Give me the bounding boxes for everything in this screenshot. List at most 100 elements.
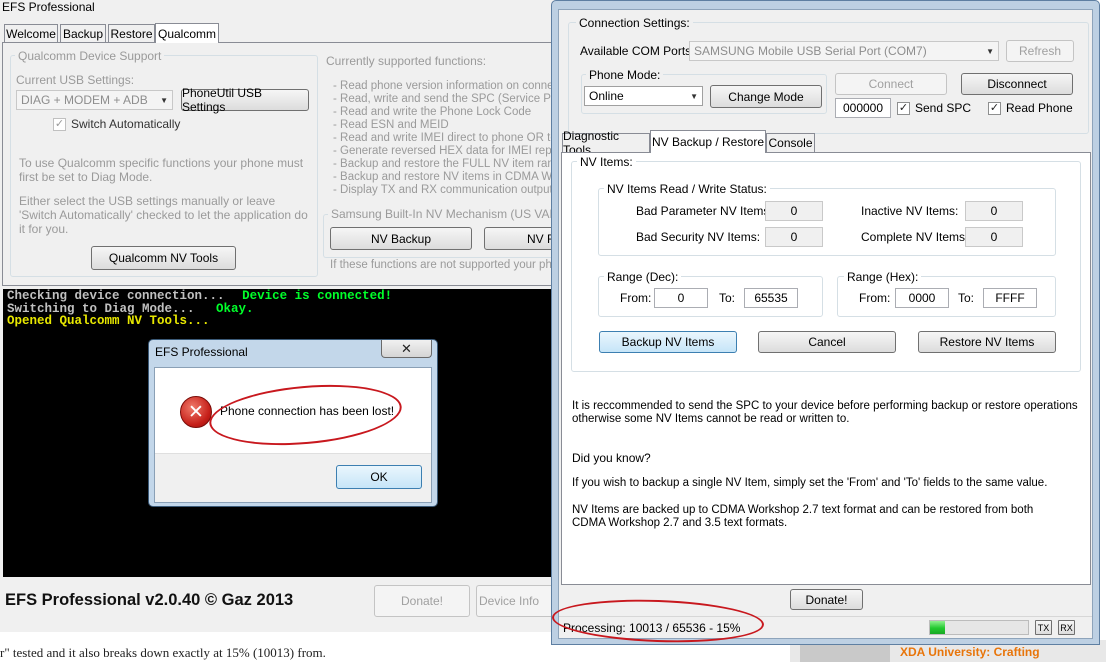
left-donate-button[interactable]: Donate! xyxy=(374,585,470,617)
function-item: - Backup and restore the FULL NV item ra… xyxy=(333,158,553,170)
bad-security-label: Bad Security NV Items: xyxy=(636,230,761,244)
range-hex-label: Range (Hex): xyxy=(844,270,922,284)
rx-indicator: RX xyxy=(1058,620,1075,635)
close-icon: ✕ xyxy=(401,340,412,356)
phone-mode-combo[interactable]: Online ▼ xyxy=(584,86,703,106)
function-item: - Generate reversed HEX data for IMEI re… xyxy=(333,145,553,157)
chevron-down-icon: ▼ xyxy=(160,95,168,105)
phoneutil-usb-settings-button[interactable]: PhoneUtil USB Settings xyxy=(181,86,309,114)
inactive-label: Inactive NV Items: xyxy=(861,204,959,218)
restore-nv-items-button[interactable]: Restore NV Items xyxy=(918,331,1056,353)
dialog-message: Phone connection has been lost! xyxy=(220,404,395,418)
chevron-down-icon: ▼ xyxy=(690,91,698,101)
function-item: - Read, write and send the SPC (Service … xyxy=(333,93,553,105)
samsung-nv-label: Samsung Built-In NV Mechanism (US VARIAN xyxy=(328,207,582,221)
inactive-value: 0 xyxy=(965,201,1023,221)
read-phone-checkbox[interactable]: ✓ Read Phone xyxy=(988,101,1073,115)
nv-donate-button[interactable]: Donate! xyxy=(790,589,863,610)
com-ports-label: Available COM Ports: xyxy=(580,44,695,58)
hex-from-label: From: xyxy=(859,291,891,305)
tab-console[interactable]: Console xyxy=(766,133,815,152)
nv-backup-button[interactable]: NV Backup xyxy=(330,227,472,250)
function-item: - Display TX and RX communication output… xyxy=(333,184,553,196)
complete-label: Complete NV Items: xyxy=(861,230,969,244)
dialog-close-button[interactable]: ✕ xyxy=(381,340,432,358)
tab-welcome[interactable]: Welcome xyxy=(4,24,58,42)
qualcomm-support-label: Qualcomm Device Support xyxy=(15,49,165,63)
nv-tools-window: Connection Settings: Available COM Ports… xyxy=(551,0,1100,645)
dec-to-input[interactable]: 65535 xyxy=(744,288,798,308)
dialog-body: ✕ Phone connection has been lost! OK xyxy=(154,367,432,503)
tip-format: NV Items are backed up to CDMA Workshop … xyxy=(572,504,1034,529)
nv-items-label: NV Items: xyxy=(577,155,636,169)
current-usb-label: Current USB Settings: xyxy=(16,73,135,87)
efs-brand-label: EFS Professional v2.0.40 © Gaz 2013 xyxy=(5,591,294,609)
spc-recommendation: It is reccommended to send the SPC to yo… xyxy=(572,400,1078,425)
change-mode-button[interactable]: Change Mode xyxy=(710,85,822,108)
dialog-title: EFS Professional xyxy=(155,345,248,359)
progress-bar xyxy=(929,620,1029,635)
com-port-combo[interactable]: SAMSUNG Mobile USB Serial Port (COM7) ▼ xyxy=(689,41,999,61)
tab-diagnostic-tools[interactable]: Diagnostic Tools xyxy=(562,129,650,157)
main-window-title: EFS Professional xyxy=(2,0,95,14)
backup-nv-items-button[interactable]: Backup NV Items xyxy=(599,331,737,353)
function-item: - Read ESN and MEID xyxy=(333,119,449,131)
disconnect-button[interactable]: Disconnect xyxy=(961,73,1073,95)
tab-restore[interactable]: Restore xyxy=(108,24,155,42)
nv-status-label: NV Items Read / Write Status: xyxy=(604,182,770,196)
tab-nv-backup-restore[interactable]: NV Backup / Restore xyxy=(650,130,766,153)
cancel-button[interactable]: Cancel xyxy=(758,331,896,353)
checkmark-icon: ✓ xyxy=(988,101,1001,115)
chevron-down-icon: ▼ xyxy=(986,46,994,56)
usb-settings-combo[interactable]: DIAG + MODEM + ADB ▼ xyxy=(16,90,173,110)
checkmark-icon: ✓ xyxy=(53,117,66,131)
xda-university-link[interactable]: XDA University: Crafting xyxy=(900,645,1040,659)
bad-parameter-value: 0 xyxy=(765,201,823,221)
qualcomm-nv-tools-button[interactable]: Qualcomm NV Tools xyxy=(91,246,236,270)
tip-single-item: If you wish to backup a single NV Item, … xyxy=(572,477,1048,489)
background-bottom-text: r" tested and it also breaks down exactl… xyxy=(0,645,326,660)
bad-parameter-label: Bad Parameter NV Items: xyxy=(636,204,773,218)
nv-tools-client: Connection Settings: Available COM Ports… xyxy=(558,9,1093,639)
refresh-button[interactable]: Refresh xyxy=(1006,40,1074,62)
error-icon: ✕ xyxy=(180,396,212,428)
hex-from-input[interactable]: 0000 xyxy=(895,288,949,308)
send-spc-label: Send SPC xyxy=(915,101,972,115)
tab-backup[interactable]: Backup xyxy=(60,24,106,42)
samsung-nv-note: If these functions are not supported you… xyxy=(330,259,572,271)
function-item: - Read and write the Phone Lock Code xyxy=(333,106,532,118)
function-item: - Backup and restore NV items in CDMA Wo… xyxy=(333,171,553,183)
switch-automatically-checkbox[interactable]: ✓ Switch Automatically xyxy=(53,117,180,131)
phone-mode-label: Phone Mode: xyxy=(586,68,664,82)
tab-qualcomm[interactable]: Qualcomm xyxy=(155,23,219,43)
switch-automatically-label: Switch Automatically xyxy=(71,117,181,131)
range-dec-label: Range (Dec): xyxy=(604,270,682,284)
did-you-know-heading: Did you know? xyxy=(572,451,651,465)
hex-to-input[interactable]: FFFF xyxy=(983,288,1037,308)
switch-info: Either select the USB settings manually … xyxy=(19,194,308,236)
com-port-value: SAMSUNG Mobile USB Serial Port (COM7) xyxy=(694,44,927,58)
read-phone-label: Read Phone xyxy=(1006,101,1073,115)
connect-button[interactable]: Connect xyxy=(835,73,947,95)
dec-to-label: To: xyxy=(719,291,736,305)
phone-mode-value: Online xyxy=(589,89,624,103)
error-dialog: EFS Professional ✕ ✕ Phone connection ha… xyxy=(148,339,438,507)
supported-functions-list: - Read phone version information on conn… xyxy=(333,80,553,197)
send-spc-checkbox[interactable]: ✓ Send SPC xyxy=(897,101,971,115)
diag-mode-info: To use Qualcomm specific functions your … xyxy=(19,156,304,184)
hex-to-label: To: xyxy=(958,291,975,305)
efs-main-window: EFS Professional Welcome Backup Restore … xyxy=(0,0,582,632)
main-tab-strip: Welcome Backup Restore Qualcomm xyxy=(0,23,556,43)
connection-settings-label: Connection Settings: xyxy=(576,16,693,30)
complete-value: 0 xyxy=(965,227,1023,247)
function-item: - Read and write IMEI direct to phone OR… xyxy=(333,132,553,144)
dialog-ok-button[interactable]: OK xyxy=(336,465,422,489)
dec-from-input[interactable]: 0 xyxy=(654,288,708,308)
dec-from-label: From: xyxy=(620,291,652,305)
supported-functions-header: Currently supported functions: xyxy=(326,54,487,68)
checkmark-icon: ✓ xyxy=(897,101,910,115)
xda-logo-block xyxy=(800,643,890,662)
spc-input[interactable]: 000000 xyxy=(835,98,891,118)
device-info-button[interactable]: Device Info xyxy=(476,585,556,617)
usb-settings-value: DIAG + MODEM + ADB xyxy=(21,93,148,107)
